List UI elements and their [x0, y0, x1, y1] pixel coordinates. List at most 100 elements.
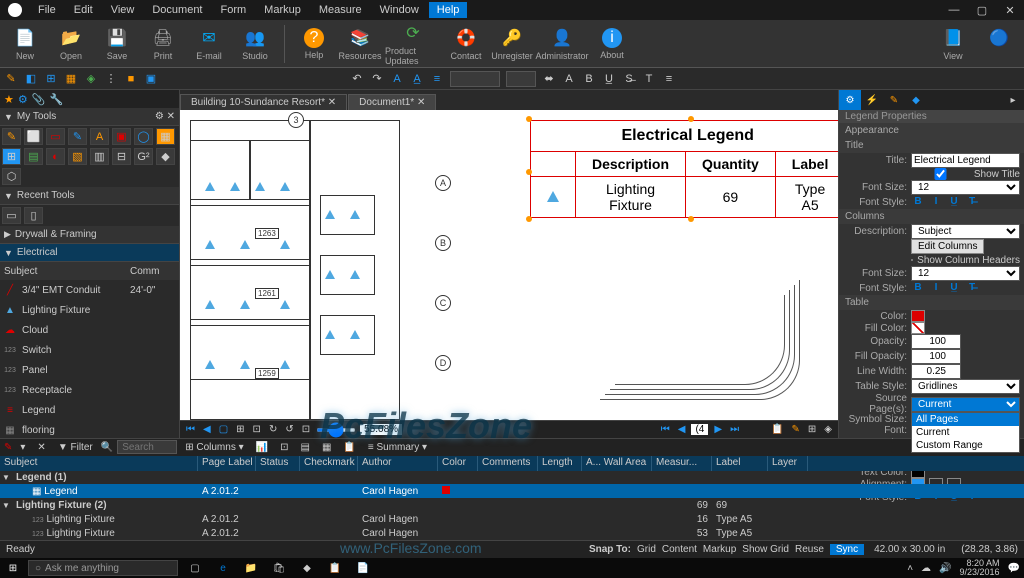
tool-icon[interactable]: ≡ — [662, 72, 676, 86]
bold-icon[interactable]: B — [582, 72, 596, 86]
drywall-header[interactable]: ▶Drywall & Framing — [0, 226, 179, 244]
dropdown-option[interactable]: All Pages — [912, 413, 1019, 426]
tool-icon[interactable]: ◈ — [84, 72, 98, 86]
ribbon-save[interactable]: 💾Save — [96, 27, 138, 61]
strike-icon[interactable]: S̶ — [622, 72, 636, 86]
list-item[interactable]: 123Receptacle — [0, 380, 179, 400]
col-header[interactable]: Measur... — [652, 456, 712, 471]
tool-icon[interactable]: A̲ — [410, 72, 424, 86]
legend-table[interactable]: Electrical Legend Description Quantity L… — [530, 120, 838, 218]
tool-icon[interactable]: ✎ — [4, 442, 12, 453]
snap-markup[interactable]: Markup — [703, 544, 736, 555]
menu-view[interactable]: View — [103, 2, 143, 18]
bold-toggle[interactable]: B — [911, 195, 925, 209]
snap-content[interactable]: Content — [662, 544, 697, 555]
panel-tab-icon[interactable]: 🔧 — [49, 93, 63, 106]
ribbon-updates[interactable]: ⟳Product Updates — [385, 22, 441, 66]
tool-button[interactable]: ▤ — [24, 148, 43, 165]
strike-toggle[interactable]: T̶ — [965, 281, 979, 295]
panel-tab-icon[interactable]: ⚡ — [861, 90, 883, 110]
cortana-search[interactable]: ○Ask me anything — [28, 560, 178, 576]
italic-toggle[interactable]: I — [929, 195, 943, 209]
panel-tab-icon[interactable]: 📎 — [32, 93, 46, 106]
ribbon-studio[interactable]: 👥Studio — [234, 27, 276, 61]
panel-tab-gear[interactable]: ⚙ — [839, 90, 861, 110]
fill-opacity-input[interactable] — [911, 349, 961, 364]
menu-file[interactable]: File — [30, 2, 64, 18]
tool-icon[interactable]: ▦ — [64, 72, 78, 86]
ribbon-open[interactable]: 📂Open — [50, 27, 92, 61]
grid-row[interactable]: 123 Lighting FixtureA 2.01.2Carol Hagen1… — [0, 512, 1024, 526]
page-prev-icon[interactable]: ◀ — [676, 424, 688, 435]
col-header[interactable]: Layer — [768, 456, 808, 471]
tool-icon[interactable]: ■ — [124, 72, 138, 86]
tool-icon[interactable]: ⊞ — [806, 424, 818, 435]
source-pages-select[interactable]: Current — [911, 397, 1020, 412]
col-header[interactable]: Checkmark — [300, 456, 358, 471]
columns-button[interactable]: ⊞ Columns ▾ — [181, 442, 247, 453]
opacity-input[interactable] — [911, 334, 961, 349]
page-last-icon[interactable]: ⏭ — [728, 424, 741, 435]
panel-tab-icon[interactable]: ✎ — [883, 90, 905, 110]
tray-up-icon[interactable]: ˄ — [907, 563, 913, 574]
line-width-input[interactable] — [911, 364, 961, 379]
tool-button[interactable]: ◆ — [156, 148, 175, 165]
grid-row[interactable]: ▦ LegendA 2.01.2Carol Hagen — [0, 484, 1024, 498]
col-header[interactable]: A... Wall Area — [582, 456, 652, 471]
snap-showgrid[interactable]: Show Grid — [742, 544, 789, 555]
panel-close-icon[interactable]: ▸ — [1002, 90, 1024, 110]
ribbon-contact[interactable]: 🛟Contact — [445, 27, 487, 61]
col-header[interactable]: Color — [438, 456, 478, 471]
tool-icon[interactable]: ✎ — [4, 72, 18, 86]
tool-button[interactable]: ⊟ — [112, 148, 131, 165]
start-button[interactable]: ⊞ — [4, 560, 22, 576]
ribbon-print[interactable]: 🖨Print — [142, 27, 184, 61]
bold-toggle[interactable]: B — [911, 281, 925, 295]
grid-row[interactable]: ▼Lighting Fixture (2)6969 — [0, 498, 1024, 512]
summary-button[interactable]: ≡ Summary ▾ — [364, 442, 431, 453]
size-dropdown[interactable] — [506, 71, 536, 87]
list-item[interactable]: ≡Legend — [0, 400, 179, 420]
edit-columns-button[interactable]: Edit Columns — [911, 239, 984, 254]
col-header[interactable]: Status — [256, 456, 300, 471]
col-font-size-select[interactable]: 12 — [911, 266, 1020, 281]
electrical-header[interactable]: ▼Electrical — [0, 244, 179, 262]
ribbon-revu[interactable]: 🔵 — [978, 27, 1020, 61]
tool-button[interactable]: ✎ — [68, 128, 87, 145]
nav-first-icon[interactable]: ⏮ — [184, 424, 197, 435]
tool-icon[interactable]: 📋 — [339, 442, 359, 453]
col-header[interactable]: Label — [712, 456, 768, 471]
table-style-select[interactable]: Gridlines — [911, 379, 1020, 394]
zoom-value[interactable]: 55.08% — [360, 424, 402, 435]
nav-icon[interactable]: ⊞ — [234, 424, 246, 435]
dropdown-option[interactable]: Current — [912, 426, 1019, 439]
minimize-button[interactable]: — — [940, 4, 968, 17]
edge-icon[interactable]: e — [212, 560, 234, 576]
sync-button[interactable]: Sync — [830, 544, 864, 555]
title-input[interactable] — [911, 153, 1020, 168]
zoom-slider[interactable] — [316, 428, 356, 432]
rotate-icon[interactable]: ↻ — [267, 424, 279, 435]
page-next-icon[interactable]: ▶ — [712, 424, 724, 435]
snap-reuse[interactable]: Reuse — [795, 544, 824, 555]
col-header[interactable]: Comments — [478, 456, 538, 471]
show-title-checkbox[interactable] — [911, 168, 970, 180]
ribbon-admin[interactable]: 👤Administrator — [537, 27, 587, 61]
list-item[interactable]: 123Panel — [0, 360, 179, 380]
tray-icon[interactable]: ☁ — [921, 563, 931, 574]
list-item[interactable]: ╱3/4" EMT Conduit24'-0" — [0, 280, 179, 300]
volume-icon[interactable]: 🔊 — [939, 563, 951, 574]
tool-icon[interactable]: 📊 — [252, 442, 272, 453]
tool-icon[interactable]: ▦ — [318, 442, 335, 453]
tool-button[interactable]: ▧ — [68, 148, 87, 165]
menu-edit[interactable]: Edit — [66, 2, 101, 18]
font-dropdown[interactable] — [450, 71, 500, 87]
tool-icon[interactable]: ⊞ — [44, 72, 58, 86]
tool-button[interactable]: ⬜ — [24, 128, 43, 145]
menu-markup[interactable]: Markup — [256, 2, 309, 18]
tool-icon[interactable]: ✕ — [33, 442, 49, 453]
tool-button[interactable]: ▭ — [46, 128, 65, 145]
store-icon[interactable]: 🛍 — [268, 560, 290, 576]
italic-toggle[interactable]: I — [929, 281, 943, 295]
ribbon-new[interactable]: 📄New — [4, 27, 46, 61]
